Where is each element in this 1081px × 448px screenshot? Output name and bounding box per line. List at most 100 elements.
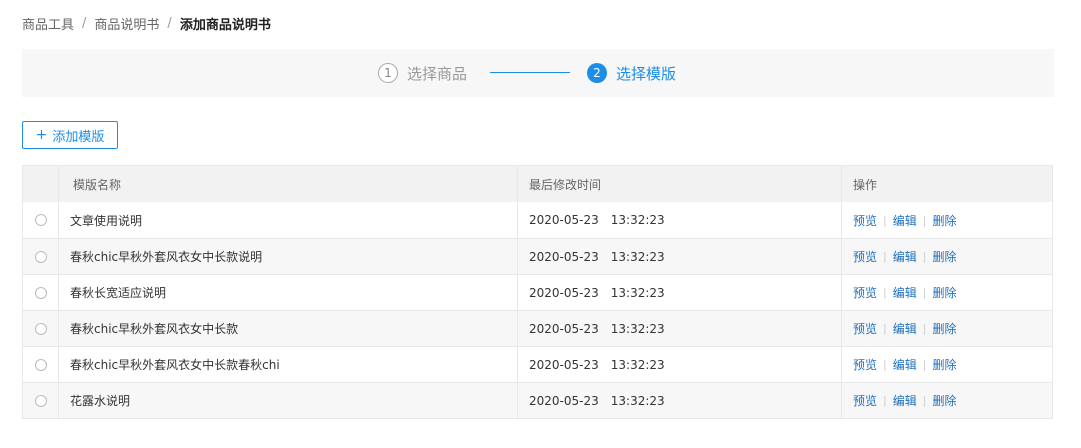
- preview-link[interactable]: 预览: [853, 248, 877, 265]
- modified-clock: 13:32:23: [610, 213, 665, 227]
- template-name: 春秋chic早秋外套风衣女中长款说明: [59, 239, 518, 274]
- modified-clock: 13:32:23: [610, 321, 665, 336]
- delete-link[interactable]: 删除: [932, 356, 956, 373]
- row-select-cell: [23, 275, 59, 310]
- action-separator: |: [922, 358, 927, 371]
- breadcrumb-item-product-tools[interactable]: 商品工具: [22, 14, 74, 33]
- step-select-product: 1 选择商品: [378, 49, 467, 97]
- row-actions: 预览 | 编辑 | 删除: [842, 311, 1052, 346]
- breadcrumb-item-manuals[interactable]: 商品说明书: [94, 14, 159, 33]
- row-actions: 预览 | 编辑 | 删除: [842, 383, 1052, 418]
- preview-link[interactable]: 预览: [853, 392, 877, 409]
- edit-link[interactable]: 编辑: [893, 284, 917, 301]
- row-radio[interactable]: [34, 214, 47, 226]
- breadcrumb-current: 添加商品说明书: [179, 18, 271, 33]
- edit-link[interactable]: 编辑: [893, 392, 917, 409]
- modified-date: 2020-05-23: [529, 285, 599, 300]
- row-radio[interactable]: [34, 286, 47, 299]
- row-select-cell: [23, 311, 59, 346]
- modified-time: 2020-05-23 13:32:23: [518, 275, 842, 310]
- step-indicator: 1 选择商品 2 选择模版: [22, 49, 1054, 97]
- table-row: 文章使用说明 2020-05-23 13:32:23 预览 | 编辑 | 删除: [23, 202, 1052, 238]
- row-select-cell: [23, 383, 59, 418]
- modified-clock: 13:32:23: [610, 249, 665, 264]
- edit-link[interactable]: 编辑: [893, 356, 917, 373]
- preview-link[interactable]: 预览: [853, 212, 877, 229]
- table-header: 模版名称 最后修改时间 操作: [23, 166, 1052, 202]
- modified-date: 2020-05-23: [529, 393, 599, 408]
- modified-time: 2020-05-23 13:32:23: [518, 383, 842, 418]
- header-time: 最后修改时间: [518, 166, 842, 202]
- preview-link[interactable]: 预览: [853, 320, 877, 337]
- delete-link[interactable]: 删除: [932, 248, 956, 265]
- action-separator: |: [883, 286, 887, 299]
- step-connector: [490, 72, 570, 73]
- step-select-template: 2 选择模版: [587, 49, 676, 97]
- modified-time: 2020-05-23 13:32:23: [518, 311, 842, 346]
- modified-time: 2020-05-23 13:32:23: [518, 202, 842, 238]
- add-template-label: 添加模版: [52, 129, 105, 145]
- template-name: 文章使用说明: [59, 202, 518, 238]
- table-row: 花露水说明 2020-05-23 13:32:23 预览 | 编辑 | 删除: [23, 382, 1052, 418]
- action-separator: |: [922, 250, 927, 263]
- modified-clock: 13:32:23: [610, 393, 665, 408]
- modified-date: 2020-05-23: [529, 213, 599, 227]
- delete-link[interactable]: 删除: [932, 320, 956, 337]
- step-label: 选择商品: [407, 64, 468, 83]
- row-select-cell: [23, 239, 59, 274]
- plus-icon: +: [35, 127, 48, 143]
- breadcrumb: 商品工具 / 商品说明书 / 添加商品说明书: [22, 14, 271, 33]
- template-name: 春秋chic早秋外套风衣女中长款春秋chi: [59, 347, 518, 382]
- template-name: 春秋长宽适应说明: [59, 275, 518, 310]
- modified-date: 2020-05-23: [529, 321, 599, 336]
- header-name: 模版名称: [59, 166, 518, 202]
- preview-link[interactable]: 预览: [853, 284, 877, 301]
- row-select-cell: [23, 202, 59, 238]
- step-label: 选择模版: [616, 64, 677, 83]
- header-select-cell: [23, 166, 59, 202]
- action-separator: |: [922, 322, 927, 335]
- action-separator: |: [922, 394, 927, 407]
- row-actions: 预览 | 编辑 | 删除: [842, 275, 1052, 310]
- action-separator: |: [883, 250, 887, 263]
- row-actions: 预览 | 编辑 | 删除: [842, 239, 1052, 274]
- row-actions: 预览 | 编辑 | 删除: [842, 202, 1052, 238]
- edit-link[interactable]: 编辑: [893, 248, 917, 265]
- preview-link[interactable]: 预览: [853, 356, 877, 373]
- row-select-cell: [23, 347, 59, 382]
- row-radio[interactable]: [34, 358, 47, 371]
- edit-link[interactable]: 编辑: [893, 212, 917, 229]
- step-number-2: 2: [587, 63, 607, 83]
- row-radio[interactable]: [34, 322, 47, 335]
- modified-time: 2020-05-23 13:32:23: [518, 239, 842, 274]
- action-separator: |: [922, 286, 927, 299]
- delete-link[interactable]: 删除: [932, 392, 956, 409]
- action-separator: |: [922, 213, 927, 227]
- modified-clock: 13:32:23: [610, 357, 665, 372]
- modified-clock: 13:32:23: [610, 285, 665, 300]
- add-template-button[interactable]: + 添加模版: [22, 121, 118, 149]
- row-actions: 预览 | 编辑 | 删除: [842, 347, 1052, 382]
- action-separator: |: [883, 358, 887, 371]
- modified-time: 2020-05-23 13:32:23: [518, 347, 842, 382]
- delete-link[interactable]: 删除: [932, 284, 956, 301]
- header-ops: 操作: [853, 177, 878, 192]
- step-number-1: 1: [378, 63, 398, 83]
- table-row: 春秋长宽适应说明 2020-05-23 13:32:23 预览 | 编辑 | 删除: [23, 274, 1052, 310]
- table-row: 春秋chic早秋外套风衣女中长款说明 2020-05-23 13:32:23 预览 | 编…: [23, 238, 1052, 274]
- action-separator: |: [883, 322, 887, 335]
- breadcrumb-separator: /: [82, 16, 87, 31]
- edit-link[interactable]: 编辑: [893, 320, 917, 337]
- action-separator: |: [883, 394, 887, 407]
- delete-link[interactable]: 删除: [932, 212, 956, 229]
- table-row: 春秋chic早秋外套风衣女中长款春秋chi 2020-05-23 13:32:23 预…: [23, 346, 1052, 382]
- template-table: 模版名称 最后修改时间 操作 文章使用说明 2020-05-23 13:32:23 预…: [22, 165, 1053, 419]
- row-radio[interactable]: [34, 250, 47, 263]
- template-name: 花露水说明: [59, 383, 518, 418]
- modified-date: 2020-05-23: [529, 357, 599, 372]
- row-radio[interactable]: [34, 394, 47, 407]
- action-separator: |: [883, 213, 887, 227]
- breadcrumb-separator: /: [167, 16, 172, 31]
- template-name: 春秋chic早秋外套风衣女中长款: [59, 311, 518, 346]
- modified-date: 2020-05-23: [529, 249, 599, 264]
